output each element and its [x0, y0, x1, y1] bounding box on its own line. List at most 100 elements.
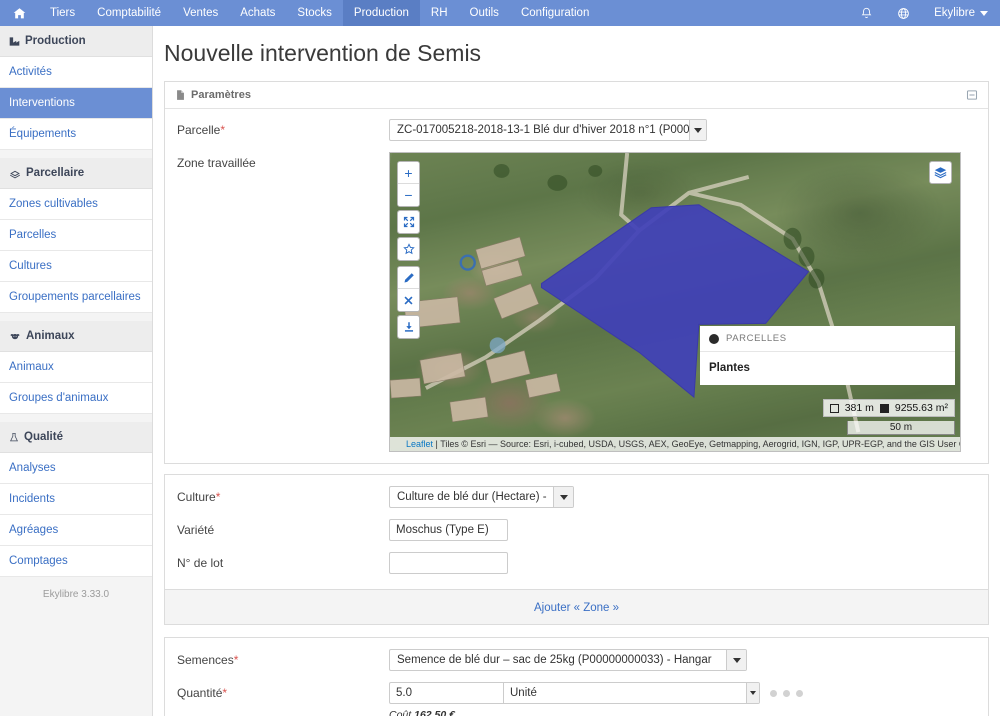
nav-item-comptabilite[interactable]: Comptabilité: [86, 0, 172, 26]
chevron-down-icon[interactable]: [746, 683, 759, 703]
main-content: Nouvelle intervention de Semis Paramètre…: [153, 26, 1000, 716]
sidebar-item-label: Analyses: [9, 462, 56, 474]
sidebar-item-label: Interventions: [9, 97, 75, 109]
semences-select[interactable]: Semence de blé dur – sac de 25kg (P00000…: [389, 649, 747, 671]
map-widget[interactable]: + − PARCELLES Plantes 381 m 9255.63 m² 5…: [389, 152, 961, 452]
cost-display: Coût 162,50 €: [389, 709, 976, 716]
lot-input[interactable]: [389, 552, 508, 574]
semences-block: Semences* Semence de blé dur – sac de 25…: [164, 637, 989, 716]
map-zoom-out-button[interactable]: −: [398, 184, 419, 206]
field-row-lot: N° de lot: [177, 552, 976, 574]
home-icon[interactable]: [0, 0, 39, 26]
sidebar-item-agreages[interactable]: Agréages: [0, 515, 152, 546]
cost-label: Coût: [389, 709, 412, 716]
collapse-icon[interactable]: [966, 89, 978, 101]
variete-input[interactable]: Moschus (Type E): [389, 519, 508, 541]
leaflet-link[interactable]: Leaflet: [406, 439, 433, 449]
map-scale-bar: 50 m: [847, 421, 955, 435]
sidebar-section-label: Qualité: [24, 431, 63, 443]
nav-label: Tiers: [50, 7, 76, 19]
sidebar-item-label: Incidents: [9, 493, 56, 505]
nav-item-stocks[interactable]: Stocks: [286, 0, 343, 26]
sidebar-section-animaux: Animaux: [0, 321, 152, 352]
download-icon[interactable]: [398, 316, 419, 338]
chevron-down-icon: [688, 120, 706, 140]
layers-icon[interactable]: [929, 161, 952, 184]
map-attribution-text: | Tiles © Esri — Source: Esri, i-cubed, …: [435, 439, 960, 449]
map-area-value: 9255.63 m²: [894, 402, 948, 414]
panel-title: Paramètres: [191, 89, 251, 101]
quantite-input[interactable]: 5.0: [390, 683, 504, 703]
quantite-unit-select-value[interactable]: Unité: [504, 683, 746, 703]
add-zone-link[interactable]: Ajouter « Zone »: [534, 602, 619, 614]
nav-item-production[interactable]: Production: [342, 0, 420, 26]
nav-item-achats[interactable]: Achats: [229, 0, 286, 26]
map-perimeter-value: 381 m: [844, 402, 874, 414]
nav-label: Ventes: [183, 7, 219, 19]
globe-icon[interactable]: [885, 0, 922, 26]
culture-select[interactable]: Culture de blé dur (Hectare) -: [389, 486, 574, 508]
sidebar-divider: [0, 414, 152, 422]
sidebar-item-cultures[interactable]: Cultures: [0, 251, 152, 282]
nav-item-tiers[interactable]: Tiers: [39, 0, 86, 26]
sidebar-item-groupes-animaux[interactable]: Groupes d'animaux: [0, 383, 152, 414]
cow-icon: [10, 333, 20, 339]
fullscreen-icon[interactable]: [398, 211, 419, 233]
cross-icon[interactable]: [398, 289, 419, 311]
nav-item-ventes[interactable]: Ventes: [172, 0, 229, 26]
user-menu-label: Ekylibre: [934, 7, 975, 19]
sidebar-item-activites[interactable]: Activités: [0, 57, 152, 88]
field-row-culture: Culture* Culture de blé dur (Hectare) -: [177, 486, 976, 508]
sidebar-section-production: Production: [0, 26, 152, 57]
nav-item-rh[interactable]: RH: [420, 0, 459, 26]
pencil-icon[interactable]: [398, 267, 419, 289]
label-lot: N° de lot: [177, 556, 224, 570]
parcelle-select[interactable]: ZC-017005218-2018-13-1 Blé dur d'hiver 2…: [389, 119, 707, 141]
sidebar-item-equipements[interactable]: Équipements: [0, 119, 152, 150]
map-favorite-control: [397, 237, 420, 261]
legend-dot-icon: [709, 333, 719, 344]
zone-block: Culture* Culture de blé dur (Hectare) - …: [164, 474, 989, 625]
sidebar-item-label: Cultures: [9, 260, 52, 272]
parametres-panel-header: Paramètres: [165, 82, 988, 109]
app-version: Ekylibre 3.33.0: [0, 577, 152, 612]
map-legend-header: PARCELLES: [700, 326, 955, 352]
field-row-semences: Semences* Semence de blé dur – sac de 25…: [177, 649, 976, 671]
nav-label: Achats: [240, 7, 276, 19]
required-marker: *: [215, 490, 221, 504]
label-text: Semences: [177, 653, 234, 667]
nav-item-configuration[interactable]: Configuration: [510, 0, 600, 26]
sidebar-item-parcelles[interactable]: Parcelles: [0, 220, 152, 251]
sidebar-item-groupements-parcellaires[interactable]: Groupements parcellaires: [0, 282, 152, 313]
star-icon[interactable]: [398, 238, 419, 260]
top-navbar-items: Tiers Comptabilité Ventes Achats Stocks …: [0, 0, 600, 26]
map-download-control: [397, 315, 420, 339]
sidebar-section-parcellaire: Parcellaire: [0, 158, 152, 189]
sidebar-section-label: Production: [25, 35, 86, 47]
sidebar-section-label: Parcellaire: [26, 167, 85, 179]
sidebar-item-animaux[interactable]: Animaux: [0, 352, 152, 383]
factory-icon: [9, 36, 20, 46]
sidebar-item-label: Équipements: [9, 128, 77, 140]
sidebar-item-incidents[interactable]: Incidents: [0, 484, 152, 515]
sidebar-section-qualite: Qualité: [0, 422, 152, 453]
sidebar-item-label: Parcelles: [9, 229, 57, 241]
label-variete: Variété: [177, 523, 215, 537]
sidebar-item-label: Groupements parcellaires: [9, 291, 141, 303]
nav-item-outils[interactable]: Outils: [459, 0, 510, 26]
sidebar-item-label: Agréages: [9, 524, 59, 536]
user-menu[interactable]: Ekylibre: [922, 0, 1000, 26]
sidebar-item-interventions[interactable]: Interventions: [0, 88, 152, 119]
sidebar-item-zones-cultivables[interactable]: Zones cultivables: [0, 189, 152, 220]
sidebar-section-label: Animaux: [26, 330, 75, 342]
map-legend: PARCELLES Plantes: [700, 326, 955, 385]
sidebar-item-comptages[interactable]: Comptages: [0, 546, 152, 577]
bell-icon[interactable]: [848, 0, 885, 26]
required-marker: *: [220, 123, 226, 137]
map-zoom-in-button[interactable]: +: [398, 162, 419, 184]
map-edit-controls: [397, 266, 420, 312]
sidebar-item-analyses[interactable]: Analyses: [0, 453, 152, 484]
sidebar-item-label: Zones cultivables: [9, 198, 98, 210]
label-text: Quantité: [177, 686, 223, 700]
